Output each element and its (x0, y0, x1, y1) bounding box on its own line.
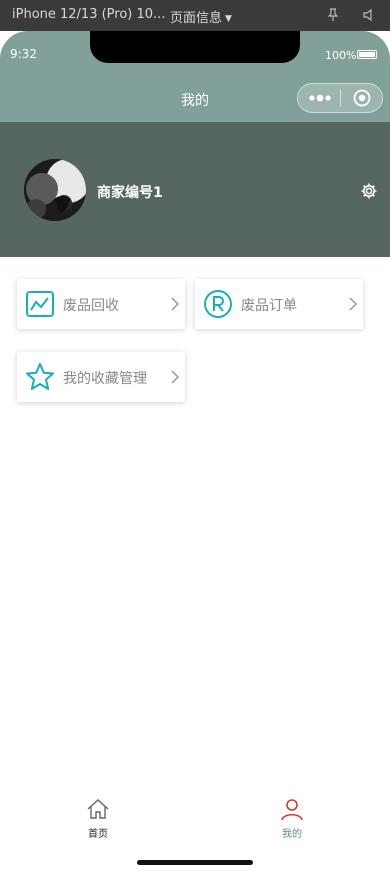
status-time: 9:32 (10, 47, 37, 61)
menu-card-waste-orders[interactable]: 废品订单 (195, 279, 363, 329)
chevron-right-icon (349, 297, 357, 311)
star-icon (26, 363, 54, 390)
menu-card-waste-recycle[interactable]: 废品回收 (17, 279, 185, 329)
tab-mine-label: 我的 (282, 829, 302, 840)
page-info-label: 页面信息 (170, 11, 223, 26)
chevron-right-icon (171, 370, 179, 384)
device-notch (90, 31, 300, 63)
device-selector[interactable]: iPhone 12/13 (Pro) 10... (12, 7, 165, 22)
tab-mine[interactable]: 我的 (262, 797, 322, 840)
menu-card-label: 我的收藏管理 (63, 371, 147, 387)
merchant-name: 商家编号1 (97, 185, 163, 201)
battery-percent: 100% (325, 49, 357, 62)
pin-icon[interactable] (326, 8, 340, 22)
caret-down-icon: ▼ (225, 14, 232, 24)
tab-home[interactable]: 首页 (68, 797, 128, 840)
page-info-dropdown[interactable]: 页面信息 ▼ (170, 7, 232, 26)
phone-screen: 9:32 100% 我的 商家编号1 废品回收 废品订单 我的收藏管理 首页 我… (0, 31, 390, 875)
more-dots-icon[interactable] (309, 92, 331, 104)
tab-bar: 首页 我的 (0, 787, 390, 847)
avatar[interactable] (24, 159, 86, 221)
devtools-toolbar: iPhone 12/13 (Pro) 10... 页面信息 ▼ (0, 0, 390, 31)
gear-icon[interactable] (360, 182, 378, 200)
user-icon (281, 799, 303, 821)
registered-r-icon (204, 290, 232, 318)
miniprogram-capsule (297, 83, 383, 113)
tab-home-label: 首页 (88, 829, 108, 840)
menu-card-favorites[interactable]: 我的收藏管理 (17, 352, 185, 402)
home-icon (87, 799, 109, 819)
profile-header: 商家编号1 (0, 122, 390, 257)
speaker-icon[interactable] (362, 8, 376, 22)
chart-line-icon (26, 291, 54, 317)
chevron-right-icon (171, 297, 179, 311)
navigation-bar: 我的 (0, 75, 390, 122)
home-indicator (137, 860, 253, 865)
battery-icon (357, 50, 377, 59)
capsule-divider (340, 90, 341, 107)
menu-card-label: 废品订单 (241, 298, 297, 314)
menu-card-label: 废品回收 (63, 298, 119, 314)
close-miniprogram-icon[interactable] (353, 89, 371, 107)
